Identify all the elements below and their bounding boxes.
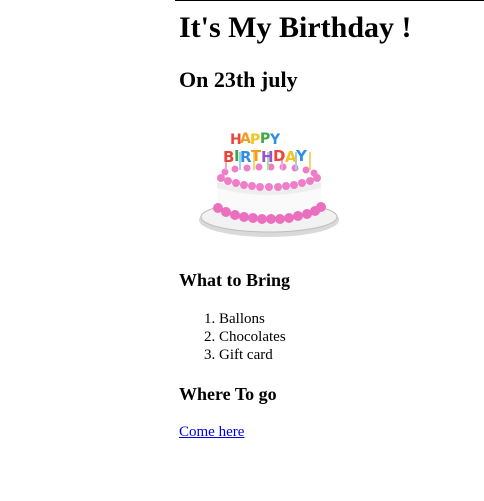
page-title: It's My Birthday !	[179, 11, 412, 44]
svg-text:I: I	[234, 147, 240, 165]
svg-text:P: P	[260, 131, 270, 147]
list-item: Gift card	[219, 346, 286, 364]
svg-text:B: B	[223, 148, 234, 166]
bring-list: Ballons Chocolates Gift card	[179, 310, 286, 364]
birthday-cake-image: H A P P Y B I R T H D A Y	[195, 122, 345, 244]
list-item: Ballons	[219, 310, 286, 328]
svg-text:Y: Y	[295, 147, 308, 165]
come-here-link[interactable]: Come here	[179, 423, 244, 441]
svg-text:D: D	[273, 147, 285, 165]
date-heading: On 23th july	[179, 67, 298, 92]
svg-text:H: H	[261, 148, 274, 166]
svg-text:Y: Y	[269, 132, 281, 148]
cake-icon: H A P P Y B I R T H D A Y	[199, 131, 339, 237]
cake-topper-letters: H A P P Y B I R T H D A Y	[223, 131, 308, 166]
list-item: Chocolates	[219, 328, 286, 346]
svg-text:P: P	[250, 132, 260, 148]
what-to-bring-heading: What to Bring	[179, 270, 291, 290]
where-to-go-heading: Where To go	[179, 384, 277, 404]
top-border-line	[175, 0, 484, 1]
